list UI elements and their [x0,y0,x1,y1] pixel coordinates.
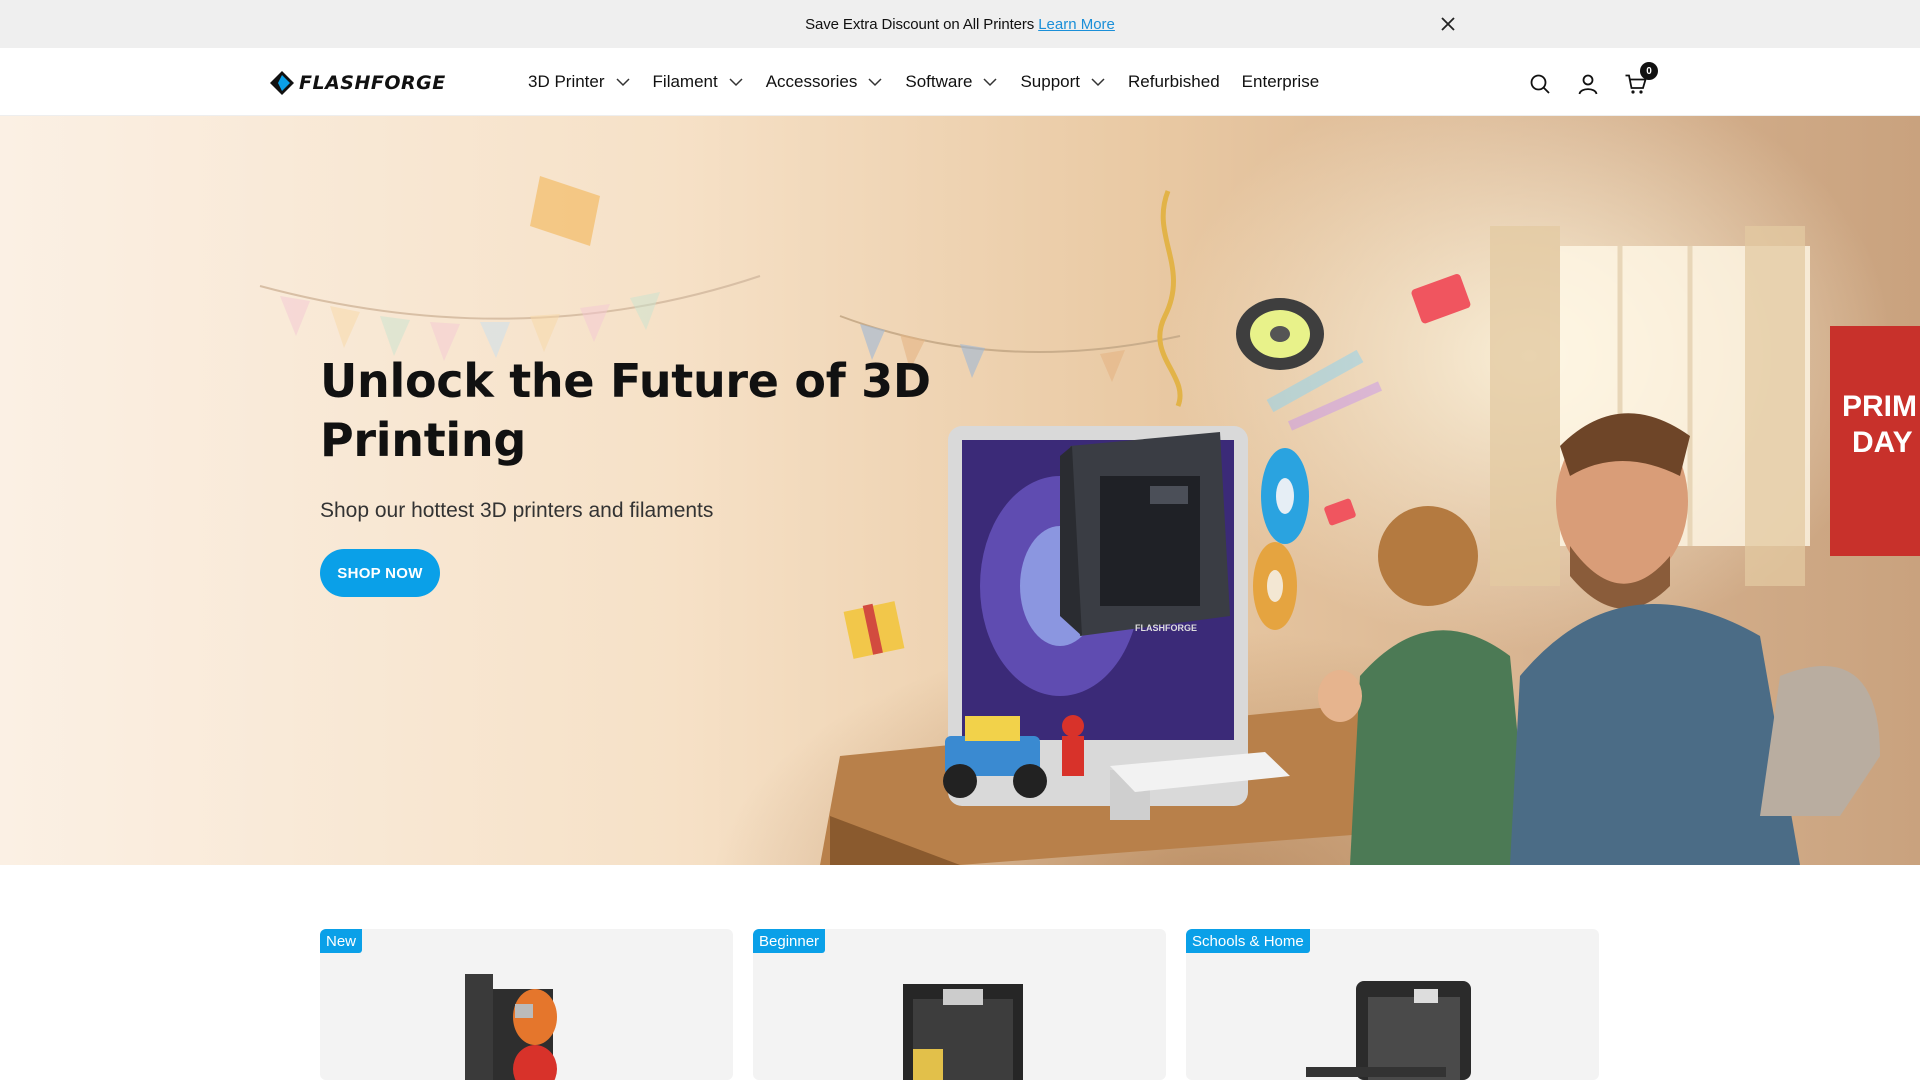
header-actions: 0 [1528,62,1658,96]
announcement-bar: Save Extra Discount on All Printers Lear… [0,0,1920,48]
shop-now-button[interactable]: SHOP NOW [320,549,440,597]
nav-enterprise[interactable]: Enterprise [1242,72,1319,92]
close-icon[interactable] [1436,12,1460,36]
printer-label: FLASHFORGE [1135,623,1197,633]
svg-text:DAY: DAY [1852,426,1913,459]
announcement-text: Save Extra Discount on All Printers [805,15,1035,33]
nav-label: Support [1020,72,1080,91]
nav-accessories[interactable]: Accessories [766,72,884,92]
hero-banner: PRIM DAY FLASHFORGE Unlock the Future of… [0,116,1920,865]
nav-refurbished[interactable]: Refurbished [1128,72,1220,92]
product-card-schools-home[interactable]: Schools & Home [1186,929,1599,1080]
flashforge-logo[interactable]: FLASHFORGE [269,70,446,96]
product-badge: Schools & Home [1186,929,1310,953]
nav-filament[interactable]: Filament [653,72,744,92]
chevron-down-icon [616,78,630,87]
search-icon[interactable] [1528,72,1552,96]
hero-illustration: PRIM DAY FLASHFORGE [259,176,1920,865]
chevron-down-icon [1091,78,1105,87]
nav-support[interactable]: Support [1020,72,1106,92]
main-nav: 3D Printer Filament Accessories Software… [528,48,1341,116]
nav-label: Filament [652,72,718,91]
cart-count-badge: 0 [1640,62,1658,80]
nav-label: Accessories [765,72,858,91]
logo-mark-icon [270,71,294,95]
poster-text: PRIM [1842,390,1917,423]
cart-icon[interactable]: 0 [1624,62,1658,96]
chevron-down-icon [729,78,743,87]
product-badge: New [320,929,363,953]
account-icon[interactable] [1576,72,1600,96]
chevron-down-icon [983,78,997,87]
nav-label: Software [905,72,973,91]
nav-software[interactable]: Software [905,72,998,92]
nav-label: Enterprise [1241,72,1320,91]
nav-label: 3D Printer [528,72,605,91]
learn-more-link[interactable]: Learn More [1038,16,1115,33]
product-image [465,974,557,1080]
product-card-new[interactable]: New [320,929,733,1080]
hero-subtitle: Shop our hottest 3D printers and filamen… [320,499,714,522]
nav-label: Refurbished [1128,72,1220,91]
product-badge: Beginner [753,929,826,953]
site-header: FLASHFORGE 3D Printer Filament Accessori… [0,48,1920,116]
product-card-beginner[interactable]: Beginner [753,929,1166,1080]
hero-title: Unlock the Future of 3D Printing [320,354,931,467]
product-cards: New Beginner Schools & Home [320,929,1599,1080]
logo-text: FLASHFORGE [299,72,446,94]
nav-3d-printer[interactable]: 3D Printer [528,72,631,92]
chevron-down-icon [868,78,882,87]
